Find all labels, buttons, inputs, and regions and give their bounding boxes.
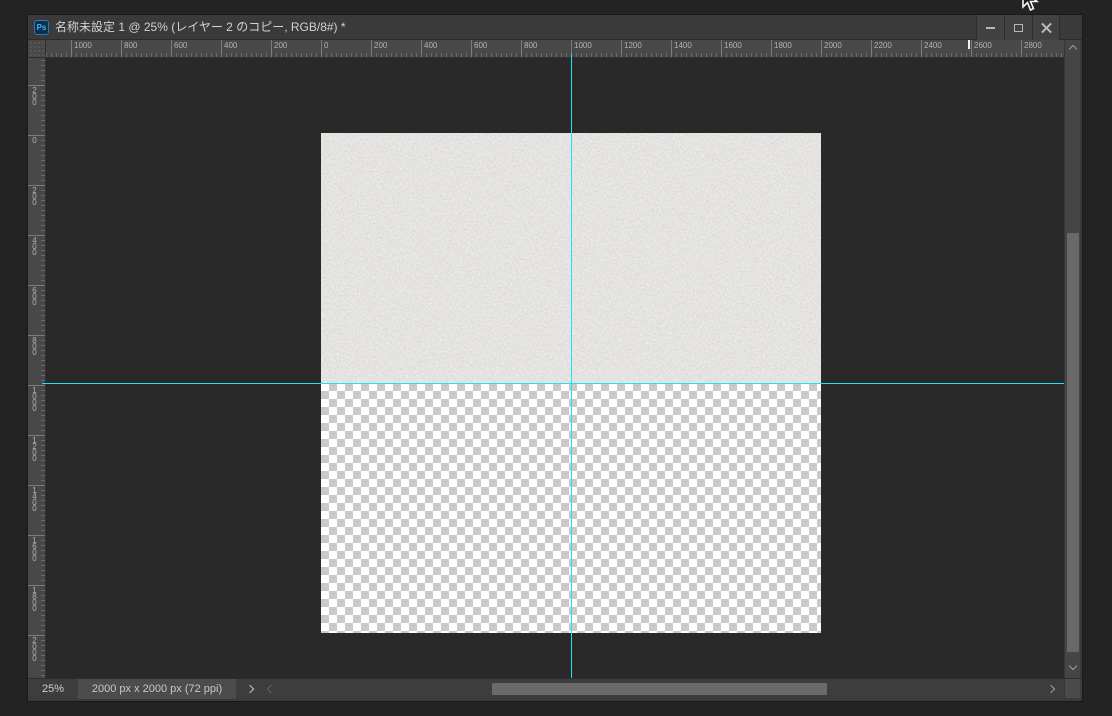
ruler-tick-label: 1000 [574, 41, 592, 50]
scroll-down-button[interactable] [1065, 660, 1081, 672]
chevron-right-icon [245, 684, 255, 694]
ruler-major-tick [421, 40, 422, 57]
window-title-bar[interactable]: Ps 名称未設定 1 @ 25% (レイヤー 2 のコピー, RGB/8#) * [28, 15, 1082, 40]
ruler-tick-label: 1200 [624, 41, 642, 50]
status-expand-button[interactable] [242, 679, 258, 699]
vertical-ruler[interactable]: 2 0 0 0 2 0 0 4 0 0 6 0 0 8 0 0 1 0 0 0 1 2 0 0… [28, 58, 46, 678]
scrollbar-corner [1064, 678, 1080, 698]
horizontal-scrollbar-thumb[interactable] [492, 683, 827, 695]
ruler-tick-label: 4 0 0 [32, 236, 37, 257]
ruler-origin-corner[interactable] [28, 40, 46, 58]
ruler-major-tick [671, 40, 672, 57]
ruler-tick-label: 0 [32, 136, 37, 145]
ruler-major-tick [721, 40, 722, 57]
ruler-tick-label: 1 0 0 0 [32, 386, 37, 413]
maximize-icon [1014, 23, 1023, 32]
ruler-tick-label: 2800 [1024, 41, 1042, 50]
ruler-mouse-position-indicator [968, 40, 970, 49]
ruler-major-tick [1021, 40, 1022, 57]
ruler-tick-label: 2 0 0 0 [32, 636, 37, 663]
ruler-tick-label: 2400 [924, 41, 942, 50]
ruler-tick-label: 6 0 0 [32, 286, 37, 307]
maximize-button[interactable] [1004, 15, 1032, 40]
ruler-tick-label: 800 [524, 41, 538, 50]
horizontal-guide[interactable] [42, 383, 1064, 384]
close-icon [1041, 22, 1052, 33]
vertical-scrollbar[interactable] [1064, 40, 1080, 678]
ruler-tick-label: 2 0 0 [32, 86, 37, 107]
ruler-tick-label: 400 [424, 41, 438, 50]
ruler-tick-label: 200 [274, 41, 288, 50]
ruler-major-tick [271, 40, 272, 57]
ruler-major-tick [521, 40, 522, 57]
ruler-tick-label: 8 0 0 [32, 336, 37, 357]
ruler-major-tick [221, 40, 222, 57]
window-title: 名称未設定 1 @ 25% (レイヤー 2 のコピー, RGB/8#) * [55, 20, 346, 34]
ruler-major-tick [821, 40, 822, 57]
chevron-up-icon [1068, 44, 1078, 54]
ruler-tick-label: 2 0 0 [32, 186, 37, 207]
ruler-tick-label: 400 [224, 41, 238, 50]
vertical-guide[interactable] [571, 54, 572, 678]
ruler-tick-label: 1600 [724, 41, 742, 50]
scroll-left-button[interactable] [264, 679, 278, 699]
ruler-major-tick [971, 40, 972, 57]
chevron-down-icon [1068, 661, 1078, 671]
vertical-scrollbar-thumb[interactable] [1067, 233, 1079, 652]
ruler-tick-label: 800 [124, 41, 138, 50]
ruler-major-tick [171, 40, 172, 57]
ruler-tick-label: 1000 [74, 41, 92, 50]
mouse-cursor [1022, 0, 1039, 12]
minimize-button[interactable] [976, 15, 1004, 40]
ruler-tick-label: 0 [324, 41, 329, 50]
ruler-tick-label: 2600 [974, 41, 992, 50]
ruler-tick-label: 600 [174, 41, 188, 50]
window-controls [976, 15, 1060, 40]
chevron-right-icon [1046, 684, 1056, 694]
ruler-tick-label: 1 8 0 0 [32, 586, 37, 613]
zoom-level-display[interactable]: 25% [28, 679, 78, 699]
scroll-right-button[interactable] [1044, 679, 1058, 699]
ruler-tick-label: 1 2 0 0 [32, 436, 37, 463]
ruler-tick-label: 600 [474, 41, 488, 50]
canvas-viewport[interactable] [42, 54, 1064, 678]
ruler-major-tick [321, 40, 322, 57]
ruler-major-tick [621, 40, 622, 57]
close-button[interactable] [1032, 15, 1060, 40]
chevron-left-icon [266, 684, 276, 694]
ruler-tick-label: 2000 [824, 41, 842, 50]
desktop-background: Ps 名称未設定 1 @ 25% (レイヤー 2 のコピー, RGB/8#) *… [0, 0, 1112, 716]
ruler-major-tick [71, 40, 72, 57]
ruler-major-tick [771, 40, 772, 57]
ruler-major-tick [371, 40, 372, 57]
scroll-up-button[interactable] [1065, 43, 1081, 55]
ruler-tick-label: 1400 [674, 41, 692, 50]
ruler-major-tick [121, 40, 122, 57]
ruler-major-tick [871, 40, 872, 57]
horizontal-ruler-minor-ticks [46, 53, 1064, 57]
ruler-major-tick [471, 40, 472, 57]
ruler-tick-label: 1 6 0 0 [32, 536, 37, 563]
ruler-tick-label: 1 4 0 0 [32, 486, 37, 513]
ruler-tick-label: 2200 [874, 41, 892, 50]
document-size-display: 2000 px x 2000 px (72 ppi) [78, 679, 236, 699]
ruler-tick-label: 200 [374, 41, 388, 50]
ruler-major-tick [921, 40, 922, 57]
ruler-tick-label: 1800 [774, 41, 792, 50]
horizontal-ruler[interactable]: 1000 800 600 400 200 0 200 400 600 800 1000 1200 140… [46, 40, 1064, 58]
minimize-icon [986, 26, 995, 29]
photoshop-app-icon: Ps [34, 20, 49, 35]
document-window: Ps 名称未設定 1 @ 25% (レイヤー 2 のコピー, RGB/8#) *… [27, 14, 1083, 702]
status-bar: 25% 2000 px x 2000 px (72 ppi) [28, 678, 1082, 699]
